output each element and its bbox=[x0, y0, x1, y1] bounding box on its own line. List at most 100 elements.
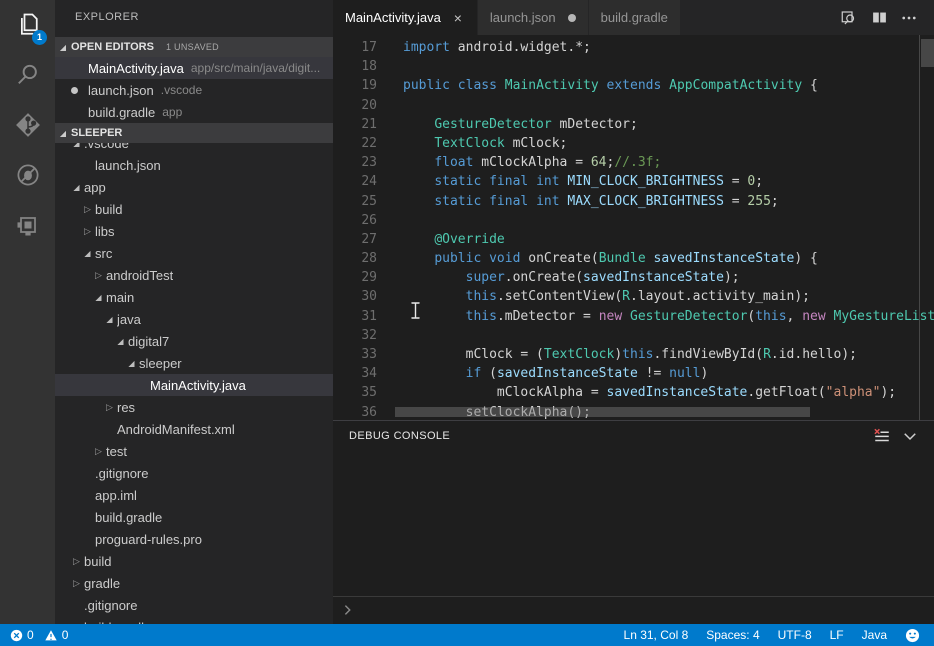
line-number[interactable]: 22 bbox=[333, 134, 377, 153]
line-number[interactable]: 27 bbox=[333, 230, 377, 249]
tree-item[interactable]: .gitignore bbox=[55, 594, 333, 616]
tree-item[interactable]: build.gradle bbox=[55, 506, 333, 528]
activity-search-button[interactable] bbox=[0, 50, 55, 100]
code-token: this bbox=[755, 309, 786, 324]
open-editors-section-header[interactable]: ◢ OPEN EDITORS 1 UNSAVED bbox=[55, 37, 333, 57]
tree-item[interactable]: build.gradle bbox=[55, 616, 333, 624]
line-number[interactable]: 23 bbox=[333, 153, 377, 172]
code-token: savedInstanceState bbox=[497, 366, 638, 381]
code-line[interactable]: 31 this.mDetector = new GestureDetector(… bbox=[333, 307, 934, 326]
tree-item[interactable]: proguard-rules.pro bbox=[55, 528, 333, 550]
code-line[interactable]: 35 mClockAlpha = savedInstanceState.getF… bbox=[333, 383, 934, 402]
editor-tab[interactable]: launch.json bbox=[478, 0, 589, 35]
tree-item[interactable]: ◢app bbox=[55, 176, 333, 198]
vertical-scrollbar-track[interactable] bbox=[919, 35, 934, 420]
open-preview-button[interactable] bbox=[834, 0, 864, 35]
status-item[interactable]: Ln 31, Col 8 bbox=[624, 628, 689, 642]
line-number[interactable]: 32 bbox=[333, 326, 377, 345]
tree-item[interactable]: ▷androidTest bbox=[55, 264, 333, 286]
code-line[interactable]: 22 TextClock mClock; bbox=[333, 134, 934, 153]
code-line[interactable]: 32 bbox=[333, 326, 934, 345]
code-line[interactable]: 25 static final int MAX_CLOCK_BRIGHTNESS… bbox=[333, 192, 934, 211]
problems-warnings[interactable]: 0 bbox=[44, 628, 69, 642]
line-number[interactable]: 24 bbox=[333, 172, 377, 191]
tree-item[interactable]: MainActivity.java bbox=[55, 374, 333, 396]
code-line[interactable]: 29 super.onCreate(savedInstanceState); bbox=[333, 268, 934, 287]
code-line[interactable]: 20 bbox=[333, 96, 934, 115]
editor-tab[interactable]: MainActivity.java× bbox=[333, 0, 478, 35]
code-line[interactable]: 27 @Override bbox=[333, 230, 934, 249]
tree-item[interactable]: ◢sleeper bbox=[55, 352, 333, 374]
tree-item[interactable]: ◢digital7 bbox=[55, 330, 333, 352]
tree-item[interactable]: ▷libs bbox=[55, 220, 333, 242]
status-item[interactable]: Java bbox=[862, 628, 887, 642]
code-line[interactable]: 33 mClock = (TextClock)this.findViewById… bbox=[333, 345, 934, 364]
line-number[interactable]: 20 bbox=[333, 96, 377, 115]
line-number[interactable]: 25 bbox=[333, 192, 377, 211]
tree-item[interactable]: ▷gradle bbox=[55, 572, 333, 594]
feedback-button[interactable] bbox=[905, 628, 924, 643]
line-number[interactable]: 30 bbox=[333, 287, 377, 306]
open-editor-item[interactable]: MainActivity.javaapp/src/main/java/digit… bbox=[55, 57, 333, 79]
tree-item[interactable]: ◢main bbox=[55, 286, 333, 308]
code-token bbox=[599, 78, 607, 93]
code-editor[interactable]: 17import android.widget.*;1819public cla… bbox=[333, 35, 934, 420]
code-line[interactable]: 23 float mClockAlpha = 64;//.3f; bbox=[333, 153, 934, 172]
tree-item[interactable]: launch.json bbox=[55, 154, 333, 176]
open-editor-item[interactable]: build.gradleapp bbox=[55, 101, 333, 123]
code-line[interactable]: 18 bbox=[333, 57, 934, 76]
horizontal-scrollbar[interactable] bbox=[395, 407, 810, 417]
code-line[interactable]: 30 this.setContentView(R.layout.activity… bbox=[333, 287, 934, 306]
line-number[interactable]: 19 bbox=[333, 76, 377, 95]
tree-item[interactable]: ▷test bbox=[55, 440, 333, 462]
code-token: ); bbox=[880, 385, 896, 400]
split-editor-button[interactable] bbox=[864, 0, 894, 35]
vertical-scrollbar-thumb[interactable] bbox=[921, 39, 934, 67]
line-number[interactable]: 34 bbox=[333, 364, 377, 383]
more-actions-button[interactable] bbox=[894, 0, 924, 35]
twistie-expanded-icon: ◢ bbox=[55, 129, 71, 138]
line-number[interactable]: 35 bbox=[333, 383, 377, 402]
line-number[interactable]: 33 bbox=[333, 345, 377, 364]
folder-section-header[interactable]: ◢ SLEEPER bbox=[55, 123, 333, 143]
code-line[interactable]: 24 static final int MIN_CLOCK_BRIGHTNESS… bbox=[333, 172, 934, 191]
tree-item[interactable]: AndroidManifest.xml bbox=[55, 418, 333, 440]
problems-errors[interactable]: 0 bbox=[10, 628, 34, 642]
activity-extensions-button[interactable] bbox=[0, 200, 55, 250]
line-number[interactable]: 31 bbox=[333, 307, 377, 326]
tree-item[interactable]: app.iml bbox=[55, 484, 333, 506]
status-item[interactable]: LF bbox=[830, 628, 844, 642]
line-number[interactable]: 18 bbox=[333, 57, 377, 76]
status-item[interactable]: Spaces: 4 bbox=[706, 628, 759, 642]
line-number[interactable]: 29 bbox=[333, 268, 377, 287]
code-token: float bbox=[434, 155, 473, 170]
tree-item[interactable]: .gitignore bbox=[55, 462, 333, 484]
code-line[interactable]: 19public class MainActivity extends AppC… bbox=[333, 76, 934, 95]
tab-label: build.gradle bbox=[601, 10, 668, 25]
tree-item[interactable]: ◢src bbox=[55, 242, 333, 264]
console-input[interactable] bbox=[333, 596, 934, 623]
activity-source-control-button[interactable] bbox=[0, 100, 55, 150]
line-number[interactable]: 17 bbox=[333, 38, 377, 57]
code-line[interactable]: 26 bbox=[333, 211, 934, 230]
activity-explorer-button[interactable]: 1 bbox=[0, 0, 55, 50]
tree-item[interactable]: ▷res bbox=[55, 396, 333, 418]
line-number[interactable]: 26 bbox=[333, 211, 377, 230]
code-line[interactable]: 34 if (savedInstanceState != null) bbox=[333, 364, 934, 383]
close-icon[interactable]: × bbox=[451, 10, 465, 26]
line-number[interactable]: 36 bbox=[333, 403, 377, 420]
code-line[interactable]: 17import android.widget.*; bbox=[333, 38, 934, 57]
open-editor-item[interactable]: launch.json.vscode bbox=[55, 79, 333, 101]
clear-console-button[interactable] bbox=[868, 422, 896, 450]
line-number[interactable]: 21 bbox=[333, 115, 377, 134]
tree-item[interactable]: ▷build bbox=[55, 198, 333, 220]
code-line[interactable]: 28 public void onCreate(Bundle savedInst… bbox=[333, 249, 934, 268]
status-item[interactable]: UTF-8 bbox=[778, 628, 812, 642]
activity-debug-button[interactable] bbox=[0, 150, 55, 200]
line-number[interactable]: 28 bbox=[333, 249, 377, 268]
code-line[interactable]: 21 GestureDetector mDetector; bbox=[333, 115, 934, 134]
tree-item[interactable]: ◢java bbox=[55, 308, 333, 330]
editor-tab[interactable]: build.gradle bbox=[589, 0, 681, 35]
tree-item[interactable]: ▷build bbox=[55, 550, 333, 572]
close-panel-button[interactable] bbox=[896, 422, 924, 450]
